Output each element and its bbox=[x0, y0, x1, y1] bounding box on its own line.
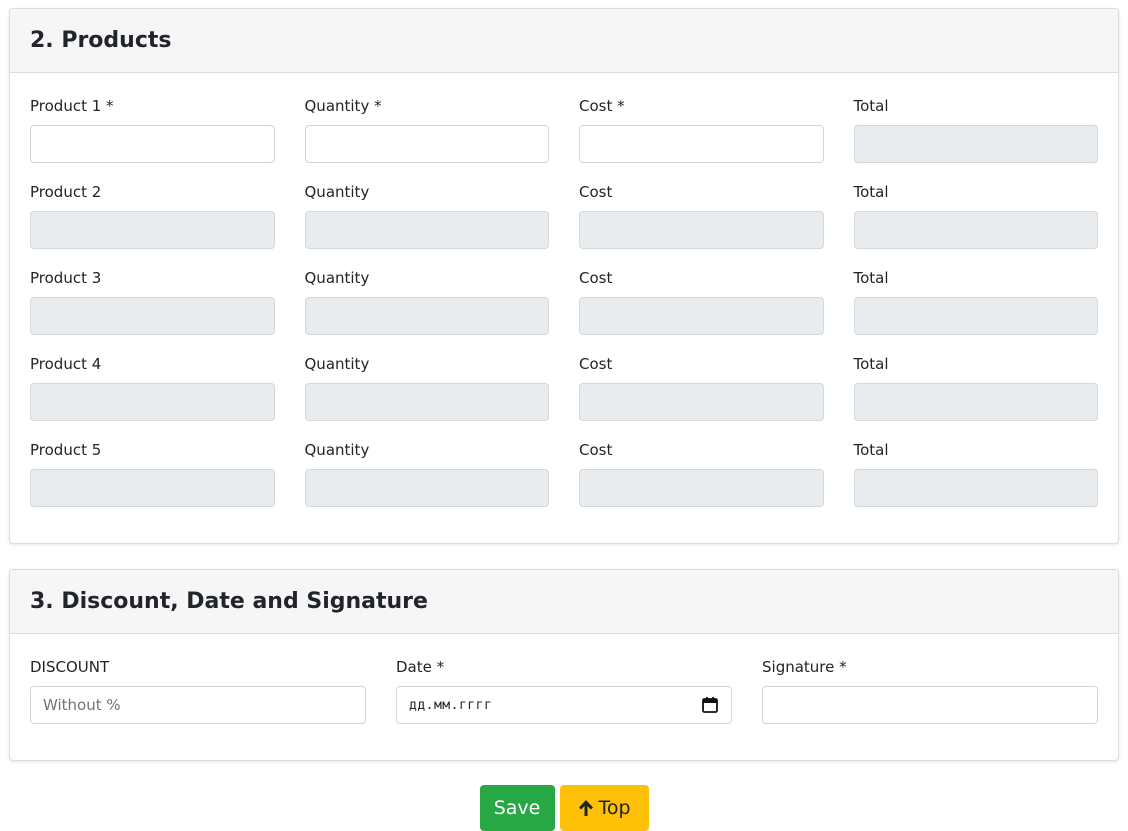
total-2-label: Total bbox=[853, 183, 889, 201]
product-row: Product 2 Quantity Cost Total bbox=[30, 183, 1098, 269]
total-2-field: Total bbox=[853, 183, 1098, 269]
product-row: Product 1 * Quantity * Cost * Total bbox=[30, 97, 1098, 183]
cost-2-field: Cost bbox=[579, 183, 824, 269]
cost-1-label: Cost * bbox=[579, 97, 625, 115]
products-grid: Product 1 * Quantity * Cost * Total Prod… bbox=[30, 97, 1098, 527]
products-card: 2. Products Product 1 * Quantity * Cost … bbox=[9, 8, 1119, 544]
quantity-1-label: Quantity * bbox=[304, 97, 382, 115]
quantity-4-input bbox=[304, 383, 549, 421]
final-card-header: 3. Discount, Date and Signature bbox=[10, 570, 1118, 634]
product-row: Product 3 Quantity Cost Total bbox=[30, 269, 1098, 355]
product-1-label: Product 1 * bbox=[30, 97, 114, 115]
quantity-2-field: Quantity bbox=[304, 183, 549, 269]
total-5-input bbox=[853, 469, 1098, 507]
product-2-input bbox=[30, 211, 275, 249]
total-1-label: Total bbox=[853, 97, 889, 115]
cost-1-field: Cost * bbox=[579, 97, 824, 183]
total-4-label: Total bbox=[853, 355, 889, 373]
product-3-label: Product 3 bbox=[30, 269, 102, 287]
total-3-field: Total bbox=[853, 269, 1098, 355]
cost-5-label: Cost bbox=[579, 441, 613, 459]
top-button-label: Top bbox=[598, 797, 631, 819]
top-button[interactable]: Top bbox=[559, 785, 649, 831]
quantity-5-field: Quantity bbox=[304, 441, 549, 527]
product-3-input bbox=[30, 297, 275, 335]
product-5-input bbox=[30, 469, 275, 507]
date-label: Date * bbox=[396, 658, 445, 676]
product-1-input[interactable] bbox=[30, 125, 275, 163]
total-5-field: Total bbox=[853, 441, 1098, 527]
signature-field: Signature * bbox=[762, 658, 1098, 728]
quantity-3-input bbox=[304, 297, 549, 335]
quantity-4-field: Quantity bbox=[304, 355, 549, 441]
total-3-input bbox=[853, 297, 1098, 335]
quantity-1-input[interactable] bbox=[304, 125, 549, 163]
cost-4-input bbox=[579, 383, 824, 421]
product-4-label: Product 4 bbox=[30, 355, 102, 373]
cost-2-label: Cost bbox=[579, 183, 613, 201]
discount-input[interactable]: Without % bbox=[30, 686, 366, 724]
product-5-label: Product 5 bbox=[30, 441, 102, 459]
signature-label: Signature * bbox=[762, 658, 847, 676]
product-2-field: Product 2 bbox=[30, 183, 275, 269]
cost-4-field: Cost bbox=[579, 355, 824, 441]
product-5-field: Product 5 bbox=[30, 441, 275, 527]
form-actions: Save Top bbox=[0, 785, 1128, 831]
product-row: Product 5 Quantity Cost Total bbox=[30, 441, 1098, 527]
total-3-label: Total bbox=[853, 269, 889, 287]
discount-field: DISCOUNT Without % bbox=[30, 658, 366, 728]
product-4-input bbox=[30, 383, 275, 421]
final-title: 3. Discount, Date and Signature bbox=[30, 589, 428, 614]
product-1-field: Product 1 * bbox=[30, 97, 275, 183]
discount-placeholder: Without % bbox=[43, 696, 121, 714]
quantity-3-label: Quantity bbox=[304, 269, 370, 287]
arrow-up-icon bbox=[577, 798, 595, 818]
signature-input[interactable] bbox=[762, 686, 1098, 724]
final-grid: DISCOUNT Without % Date * дд.мм.гггг Sig… bbox=[30, 658, 1098, 728]
cost-3-input bbox=[579, 297, 824, 335]
calendar-icon[interactable] bbox=[701, 696, 719, 714]
quantity-3-field: Quantity bbox=[304, 269, 549, 355]
quantity-1-field: Quantity * bbox=[304, 97, 549, 183]
cost-5-field: Cost bbox=[579, 441, 824, 527]
product-2-label: Product 2 bbox=[30, 183, 102, 201]
cost-5-input bbox=[579, 469, 824, 507]
quantity-2-input bbox=[304, 211, 549, 249]
cost-4-label: Cost bbox=[579, 355, 613, 373]
cost-3-field: Cost bbox=[579, 269, 824, 355]
date-placeholder: дд.мм.гггг bbox=[409, 697, 493, 713]
save-button-label: Save bbox=[493, 797, 541, 819]
total-1-input bbox=[853, 125, 1098, 163]
total-4-input bbox=[853, 383, 1098, 421]
total-2-input bbox=[853, 211, 1098, 249]
total-1-field: Total bbox=[853, 97, 1098, 183]
product-3-field: Product 3 bbox=[30, 269, 275, 355]
cost-1-input[interactable] bbox=[579, 125, 824, 163]
total-4-field: Total bbox=[853, 355, 1098, 441]
save-button[interactable]: Save bbox=[479, 785, 555, 831]
product-row: Product 4 Quantity Cost Total bbox=[30, 355, 1098, 441]
products-title: 2. Products bbox=[30, 28, 172, 53]
cost-3-label: Cost bbox=[579, 269, 613, 287]
quantity-2-label: Quantity bbox=[304, 183, 370, 201]
quantity-5-label: Quantity bbox=[304, 441, 370, 459]
products-card-header: 2. Products bbox=[10, 9, 1118, 73]
total-5-label: Total bbox=[853, 441, 889, 459]
product-4-field: Product 4 bbox=[30, 355, 275, 441]
discount-label: DISCOUNT bbox=[30, 658, 110, 676]
discount-date-signature-card: 3. Discount, Date and Signature DISCOUNT… bbox=[9, 569, 1119, 761]
date-field: Date * дд.мм.гггг bbox=[396, 658, 732, 728]
quantity-4-label: Quantity bbox=[304, 355, 370, 373]
quantity-5-input bbox=[304, 469, 549, 507]
cost-2-input bbox=[579, 211, 824, 249]
date-input[interactable]: дд.мм.гггг bbox=[396, 686, 732, 724]
